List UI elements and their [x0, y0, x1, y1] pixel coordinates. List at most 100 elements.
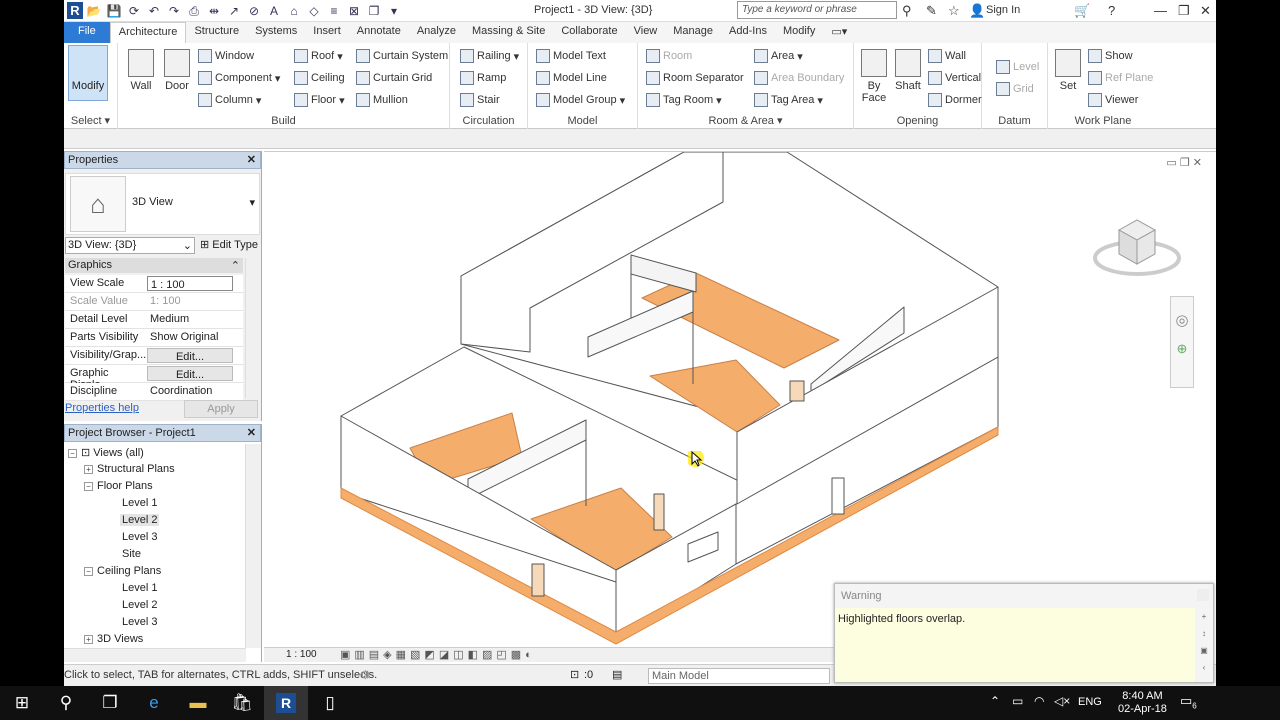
- task-view-icon[interactable]: ❐: [88, 686, 132, 720]
- measure-icon[interactable]: ⇹: [206, 3, 222, 19]
- by-face-button[interactable]: By Face: [858, 49, 890, 104]
- curtain-grid-button[interactable]: Curtain Grid: [356, 71, 432, 85]
- model-line-button[interactable]: Model Line: [536, 71, 607, 85]
- view-cube[interactable]: [1092, 210, 1182, 280]
- tree-floor-level-1[interactable]: Level 1: [122, 497, 157, 509]
- column-button[interactable]: Column ▾: [198, 93, 261, 107]
- property-row[interactable]: Visibility/Grap... Edit...: [65, 347, 243, 365]
- dimension-icon[interactable]: ↗: [226, 3, 242, 19]
- default-3d-view-icon[interactable]: ⌂: [286, 3, 302, 19]
- zoom-icon[interactable]: ⊕: [1171, 341, 1193, 357]
- sign-in-link[interactable]: Sign In: [986, 4, 1020, 16]
- language-indicator[interactable]: ENG: [1078, 696, 1102, 708]
- tree-ceiling-level-1[interactable]: Level 1: [122, 582, 157, 594]
- worksets-icon[interactable]: ⚙: [360, 668, 371, 682]
- editing-requests-icon[interactable]: ⊡: [570, 668, 579, 681]
- favorites-star-icon[interactable]: ☆: [948, 3, 960, 19]
- tray-chevron-icon[interactable]: ⌃: [990, 694, 1000, 708]
- expand-icon[interactable]: +: [84, 635, 93, 644]
- tab-modify[interactable]: Modify: [775, 22, 823, 43]
- minimize-icon[interactable]: —: [1154, 3, 1167, 18]
- show-button[interactable]: Show: [1088, 49, 1133, 63]
- tab-file[interactable]: File: [64, 22, 110, 43]
- ceiling-button[interactable]: Ceiling: [294, 71, 345, 85]
- subscription-icon[interactable]: ✎: [926, 3, 937, 19]
- curtain-system-button[interactable]: Curtain System: [356, 49, 448, 63]
- property-row[interactable]: Detail Level Medium: [65, 311, 243, 329]
- tree-structural-plans[interactable]: + Structural Plans: [84, 463, 175, 475]
- switch-windows-icon[interactable]: ❐: [366, 3, 382, 19]
- text-icon[interactable]: A: [266, 3, 282, 19]
- tab-manage[interactable]: Manage: [665, 22, 721, 43]
- tab-massing-site[interactable]: Massing & Site: [464, 22, 553, 43]
- tree-3d-views[interactable]: +3D Views: [84, 633, 143, 645]
- 3d-view-canvas[interactable]: ▭ ❐ ✕ ◎ ⊕: [264, 151, 1216, 647]
- dormer-button[interactable]: Dormer: [928, 93, 982, 107]
- collapse-icon[interactable]: −: [84, 482, 93, 491]
- tree-floor-plans[interactable]: − Floor Plans: [84, 480, 153, 492]
- view-scale-selector[interactable]: 1 : 100: [286, 649, 317, 660]
- tab-annotate[interactable]: Annotate: [349, 22, 409, 43]
- tree-ceiling-level-3[interactable]: Level 3: [122, 616, 157, 628]
- search-icon[interactable]: ⚲: [44, 686, 88, 720]
- design-options-icon[interactable]: ▤: [612, 668, 622, 681]
- floor-button[interactable]: Floor ▾: [294, 93, 345, 107]
- level-button[interactable]: Level: [996, 60, 1039, 74]
- tab-collaborate[interactable]: Collaborate: [553, 22, 625, 43]
- wall-opening-button[interactable]: Wall: [928, 49, 966, 63]
- mullion-button[interactable]: Mullion: [356, 93, 408, 107]
- thin-lines-icon[interactable]: ≡: [326, 3, 342, 19]
- windows-start-icon[interactable]: ⊞: [0, 686, 44, 720]
- close-icon[interactable]: ✕: [1200, 3, 1211, 19]
- tab-add-ins[interactable]: Add-Ins: [721, 22, 775, 43]
- type-dropdown-icon[interactable]: ▾: [249, 196, 255, 209]
- graphic-display-edit-button[interactable]: Edit...: [147, 366, 233, 381]
- edge-browser-icon[interactable]: e: [132, 686, 176, 720]
- battery-icon[interactable]: ▭: [1012, 694, 1023, 708]
- document-icon[interactable]: ▯: [308, 686, 352, 720]
- set-button[interactable]: Set: [1052, 49, 1084, 92]
- edit-type-button[interactable]: ⊞ Edit Type: [200, 238, 258, 251]
- user-icon[interactable]: 👤: [969, 3, 985, 19]
- model-group-button[interactable]: Model Group ▾: [536, 93, 625, 107]
- file-explorer-icon[interactable]: ▬: [176, 686, 220, 720]
- volume-icon[interactable]: ◁×: [1054, 694, 1070, 708]
- help-icon[interactable]: ?: [1108, 3, 1115, 18]
- tab-view[interactable]: View: [626, 22, 666, 43]
- ref-plane-button[interactable]: Ref Plane: [1088, 71, 1153, 85]
- design-option-select[interactable]: Main Model: [648, 668, 830, 684]
- notifications-icon[interactable]: ▭6: [1180, 693, 1197, 711]
- type-selector[interactable]: ⌂ 3D View ▾: [65, 173, 260, 235]
- property-row[interactable]: View Scale 1 : 100: [65, 275, 243, 293]
- tree-floor-level-3[interactable]: Level 3: [122, 531, 157, 543]
- expand-icon[interactable]: +: [84, 465, 93, 474]
- modify-button[interactable]: Modify: [68, 45, 108, 101]
- store-icon[interactable]: 🛍: [220, 686, 264, 720]
- room-area-panel-label[interactable]: Room & Area ▾: [638, 114, 853, 127]
- shaft-button[interactable]: Shaft: [892, 49, 924, 92]
- tag-icon[interactable]: ⊘: [246, 3, 262, 19]
- sync-icon[interactable]: ⟳: [126, 3, 142, 19]
- window-button[interactable]: Window: [198, 49, 254, 63]
- view-instance-select[interactable]: 3D View: {3D} ⌄: [65, 237, 195, 254]
- view-control-icons[interactable]: ▣▥▤◈▦▧◩◪◫◧▨◰▩◐: [340, 648, 536, 661]
- tree-views-all[interactable]: − ⊡ Views (all): [68, 446, 144, 459]
- model-text-button[interactable]: Model Text: [536, 49, 606, 63]
- collapse-icon[interactable]: ⌃: [231, 259, 240, 272]
- property-row[interactable]: Graphic Displa... Edit...: [65, 365, 243, 391]
- tree-floor-level-2[interactable]: Level 2: [120, 514, 160, 526]
- wall-button[interactable]: Wall: [124, 49, 158, 92]
- section-icon[interactable]: ◇: [306, 3, 322, 19]
- door-button[interactable]: Door: [160, 49, 194, 92]
- tab-analyze[interactable]: Analyze: [409, 22, 464, 43]
- area-button[interactable]: Area ▾: [754, 49, 803, 63]
- collapse-icon[interactable]: −: [84, 567, 93, 576]
- stair-button[interactable]: Stair: [460, 93, 500, 107]
- tab-insert[interactable]: Insert: [305, 22, 349, 43]
- ribbon-toggle-icon[interactable]: ▭▾: [823, 22, 855, 43]
- tag-room-button[interactable]: Tag Room ▾: [646, 93, 722, 107]
- roof-button[interactable]: Roof ▾: [294, 49, 343, 63]
- properties-scrollbar[interactable]: [245, 258, 261, 398]
- clock[interactable]: 8:40 AM 02-Apr-18: [1118, 690, 1167, 716]
- property-value[interactable]: Show Original: [147, 329, 243, 346]
